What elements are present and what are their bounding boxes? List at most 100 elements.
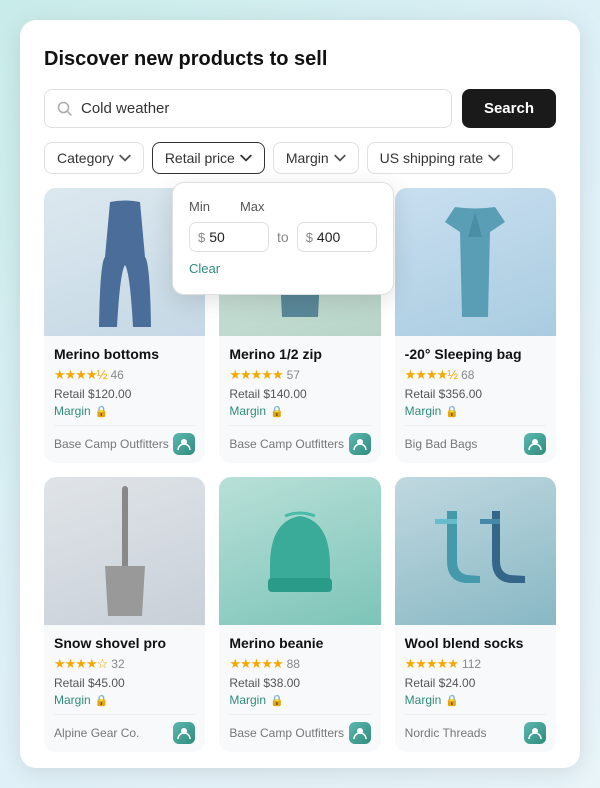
margin-link[interactable]: Margin 🔒: [405, 404, 546, 418]
min-label: Min: [189, 199, 210, 214]
stars: ★★★★½: [54, 367, 106, 383]
supplier-row: Nordic Threads: [405, 714, 546, 744]
supplier-row: Base Camp Outfitters: [229, 425, 370, 455]
product-name: Merino beanie: [229, 635, 370, 651]
min-price-input[interactable]: [209, 229, 254, 245]
retail-price: Retail $24.00: [405, 676, 546, 690]
margin-link[interactable]: Margin 🔒: [405, 693, 546, 707]
stars: ★★★★★: [405, 656, 458, 672]
margin-label: Margin: [405, 404, 442, 418]
margin-link[interactable]: Margin 🔒: [54, 404, 195, 418]
product-image: [44, 477, 205, 625]
supplier-icon: [173, 722, 195, 744]
min-price-input-wrap: $: [189, 222, 269, 252]
stars: ★★★★☆: [54, 656, 107, 672]
stars-row: ★★★★★ 88: [229, 656, 370, 672]
filter-row: Category Retail price Margin US shipping…: [44, 142, 556, 174]
shipping-rate-filter[interactable]: US shipping rate: [367, 142, 514, 174]
lock-icon: 🔒: [270, 405, 284, 418]
max-price-input[interactable]: [317, 229, 362, 245]
max-label: Max: [240, 199, 265, 214]
product-card[interactable]: Merino beanie ★★★★★ 88 Retail $38.00 Mar…: [219, 477, 380, 752]
supplier-name: Alpine Gear Co.: [54, 726, 139, 740]
review-count: 32: [111, 657, 124, 671]
search-row: Search: [44, 89, 556, 128]
supplier-row: Base Camp Outfitters: [54, 425, 195, 455]
retail-price: Retail $120.00: [54, 387, 195, 401]
category-filter[interactable]: Category: [44, 142, 144, 174]
product-info: Merino bottoms ★★★★½ 46 Retail $120.00 M…: [44, 336, 205, 463]
lock-icon: 🔒: [95, 405, 109, 418]
supplier-row: Base Camp Outfitters: [229, 714, 370, 744]
margin-label: Margin: [54, 404, 91, 418]
product-image: [395, 477, 556, 625]
retail-price: Retail $38.00: [229, 676, 370, 690]
product-image: [219, 477, 380, 625]
margin-label: Margin: [405, 693, 442, 707]
margin-link[interactable]: Margin 🔒: [229, 404, 370, 418]
product-name: Wool blend socks: [405, 635, 546, 651]
lock-icon: 🔒: [445, 405, 459, 418]
stars-row: ★★★★☆ 32: [54, 656, 195, 672]
supplier-icon: [524, 433, 546, 455]
margin-label: Margin: [229, 404, 266, 418]
product-name: Merino 1/2 zip: [229, 346, 370, 362]
stars-row: ★★★★½ 46: [54, 367, 195, 383]
max-price-input-wrap: $: [297, 222, 377, 252]
stars-row: ★★★★★ 57: [229, 367, 370, 383]
page-title: Discover new products to sell: [44, 48, 556, 71]
stars: ★★★★½: [405, 367, 457, 383]
supplier-name: Base Camp Outfitters: [229, 726, 344, 740]
chevron-down-icon: [119, 152, 131, 164]
lock-icon: 🔒: [445, 694, 459, 707]
search-button[interactable]: Search: [462, 89, 556, 128]
supplier-icon: [349, 722, 371, 744]
chevron-down-icon: [488, 152, 500, 164]
supplier-name: Base Camp Outfitters: [229, 437, 344, 451]
review-count: 68: [461, 368, 474, 382]
margin-link[interactable]: Margin 🔒: [229, 693, 370, 707]
product-card[interactable]: Wool blend socks ★★★★★ 112 Retail $24.00…: [395, 477, 556, 752]
supplier-row: Big Bad Bags: [405, 425, 546, 455]
retail-price: Retail $45.00: [54, 676, 195, 690]
margin-filter[interactable]: Margin: [273, 142, 359, 174]
product-name: Merino bottoms: [54, 346, 195, 362]
review-count: 46: [110, 368, 123, 382]
retail-price-filter[interactable]: Retail price: [152, 142, 265, 174]
clear-link[interactable]: Clear: [189, 261, 220, 276]
product-name: Snow shovel pro: [54, 635, 195, 651]
product-name: -20° Sleeping bag: [405, 346, 546, 362]
retail-price: Retail $140.00: [229, 387, 370, 401]
stars-row: ★★★★½ 68: [405, 367, 546, 383]
margin-label: Margin: [229, 693, 266, 707]
supplier-icon: [524, 722, 546, 744]
margin-link[interactable]: Margin 🔒: [54, 693, 195, 707]
product-image: [395, 188, 556, 336]
chevron-down-icon: [334, 152, 346, 164]
search-icon: [57, 101, 73, 117]
retail-price-dropdown: Min Max $ to $ Clear: [172, 182, 394, 295]
max-dollar-symbol: $: [306, 230, 313, 245]
product-card[interactable]: -20° Sleeping bag ★★★★½ 68 Retail $356.0…: [395, 188, 556, 463]
stars: ★★★★★: [229, 367, 282, 383]
chevron-down-icon: [240, 152, 252, 164]
supplier-name: Nordic Threads: [405, 726, 487, 740]
stars: ★★★★★: [229, 656, 282, 672]
main-card: Discover new products to sell Search Cat…: [20, 20, 580, 768]
lock-icon: 🔒: [270, 694, 284, 707]
product-card[interactable]: Snow shovel pro ★★★★☆ 32 Retail $45.00 M…: [44, 477, 205, 752]
min-dollar-symbol: $: [198, 230, 205, 245]
margin-label: Margin: [54, 693, 91, 707]
stars-row: ★★★★★ 112: [405, 656, 546, 672]
review-count: 112: [462, 657, 481, 671]
review-count: 88: [287, 657, 300, 671]
product-info: Wool blend socks ★★★★★ 112 Retail $24.00…: [395, 625, 556, 752]
product-info: Merino beanie ★★★★★ 88 Retail $38.00 Mar…: [219, 625, 380, 752]
supplier-icon: [349, 433, 371, 455]
search-input[interactable]: [81, 90, 439, 127]
review-count: 57: [287, 368, 300, 382]
product-info: Merino 1/2 zip ★★★★★ 57 Retail $140.00 M…: [219, 336, 380, 463]
supplier-name: Big Bad Bags: [405, 437, 478, 451]
supplier-name: Base Camp Outfitters: [54, 437, 169, 451]
product-info: -20° Sleeping bag ★★★★½ 68 Retail $356.0…: [395, 336, 556, 463]
